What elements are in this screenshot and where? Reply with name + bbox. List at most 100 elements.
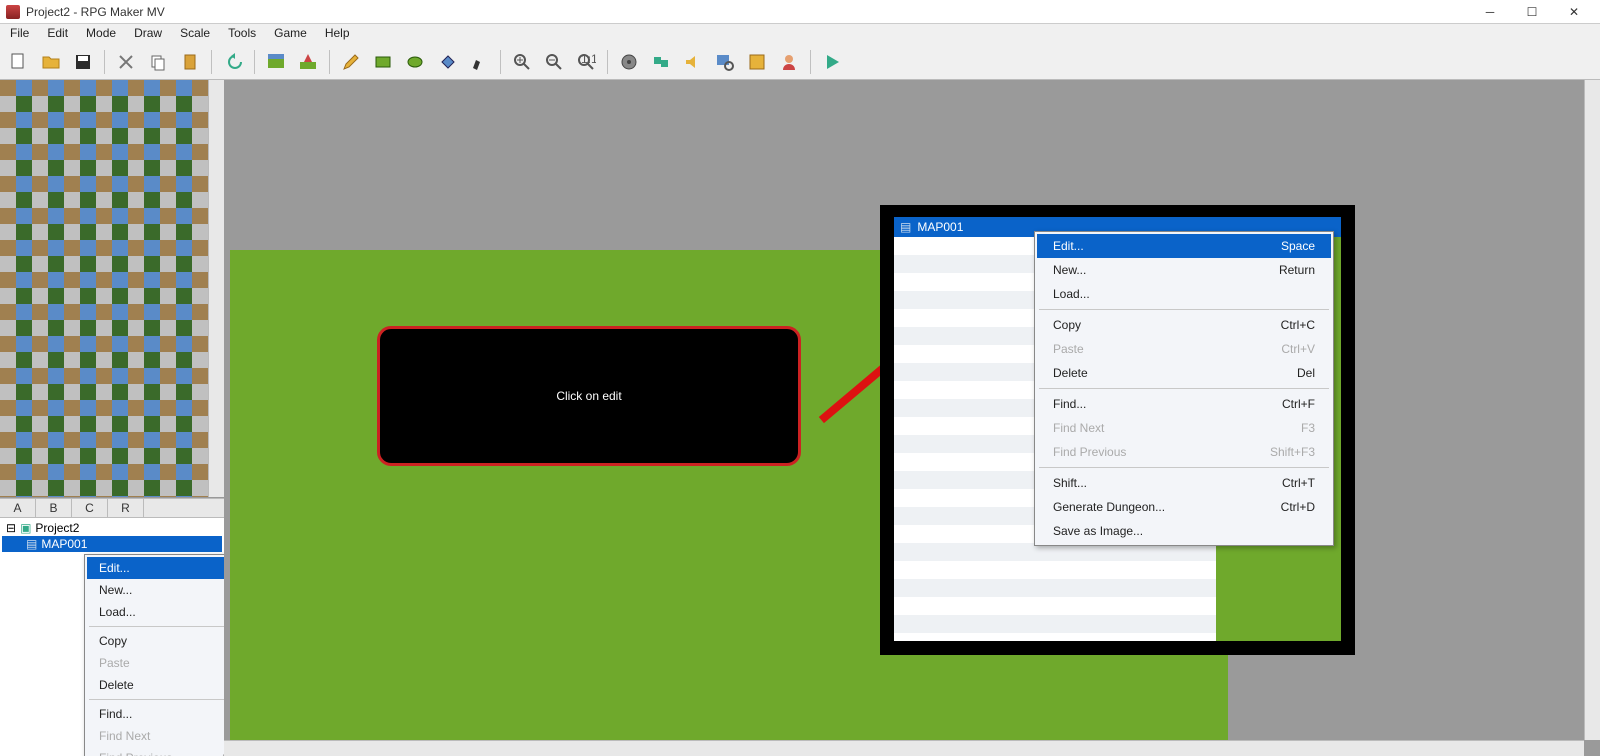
left-panel: A B C R ⊟ ▣ Project2 ▤ MAP001 Edit...Spa… [0,80,224,756]
tab-r[interactable]: R [108,499,144,517]
copy-icon[interactable] [145,49,171,75]
map-scrollbar-h[interactable] [224,740,1584,756]
event-search-icon[interactable] [712,49,738,75]
cut-icon[interactable] [113,49,139,75]
menu-item-find-previous: Find Previous Shift+F3 [1037,440,1331,464]
tree-map-item[interactable]: ▤ MAP001 [2,536,222,552]
shadow-pen-icon[interactable] [466,49,492,75]
zoom-out-icon[interactable] [541,49,567,75]
menu-label: Delete [99,678,134,692]
menu-item-find-next: Find Next F3 [1037,416,1331,440]
menu-shortcut: Ctrl+D [1281,500,1315,514]
menu-item-delete[interactable]: Delete Del [1037,361,1331,385]
menu-item-load[interactable]: Load... [1037,282,1331,306]
paste-icon[interactable] [177,49,203,75]
zoom-header-label: MAP001 [917,220,963,234]
menu-shortcut: Del [1297,366,1315,380]
menu-item-edit[interactable]: Edit... Space [1037,234,1331,258]
map-context-menu-zoomed: Edit... Space New...Return Load... Copy Ctrl+… [1034,231,1334,546]
plugin-manager-icon[interactable] [648,49,674,75]
callout-text: Click on edit [556,389,621,403]
menu-label: Delete [1053,366,1088,380]
menu-label: Find Next [99,729,150,743]
menu-item-shift[interactable]: Shift... Ctrl+T [1037,471,1331,495]
menu-label: Find Next [1053,421,1104,435]
annotation-zoom-inset: ▤ MAP001 Edit...SpaceNew...ReturnLoad...… [880,205,1355,655]
menu-label: Load... [99,605,136,619]
character-generator-icon[interactable] [776,49,802,75]
zoom-in-icon[interactable] [509,49,535,75]
map-icon: ▤ [26,537,37,551]
cube-icon: ▣ [20,521,31,535]
tileset-grid [0,80,224,498]
resource-manager-icon[interactable] [744,49,770,75]
maximize-button[interactable]: ☐ [1512,1,1552,23]
menu-label: Find... [1053,397,1086,411]
tree-map-label: MAP001 [41,537,87,551]
menu-shortcut: F3 [1301,421,1315,435]
menu-shortcut: Shift+F3 [1270,445,1315,459]
map-tree[interactable]: ⊟ ▣ Project2 ▤ MAP001 Edit...SpaceNew...… [0,518,224,756]
save-icon[interactable] [70,49,96,75]
zoom-actual-icon[interactable]: 1:1 [573,49,599,75]
new-project-icon[interactable] [6,49,32,75]
tileset-tabs: A B C R [0,498,224,518]
menu-label: Find Previous [99,751,172,756]
map-mode-icon[interactable] [263,49,289,75]
pencil-icon[interactable] [338,49,364,75]
undo-icon[interactable] [220,49,246,75]
menu-item-new[interactable]: New...Return [1037,258,1331,282]
tab-a[interactable]: A [0,499,36,517]
tab-b[interactable]: B [36,499,72,517]
map-scrollbar-v[interactable] [1584,80,1600,740]
menu-item-copy[interactable]: Copy Ctrl+C [1037,313,1331,337]
rectangle-icon[interactable] [370,49,396,75]
menu-shortcut: Space [1281,239,1315,253]
sound-test-icon[interactable] [680,49,706,75]
menu-mode[interactable]: Mode [84,26,118,42]
tab-c[interactable]: C [72,499,108,517]
menu-edit[interactable]: Edit [45,26,70,42]
tileset-scrollbar[interactable] [208,80,224,497]
menu-help[interactable]: Help [323,26,352,42]
menu-shortcut: Ctrl+C [1281,318,1315,332]
menu-item-generate-dungeon[interactable]: Generate Dungeon... Ctrl+D [1037,495,1331,519]
menu-label: Generate Dungeon... [1053,500,1165,514]
fill-icon[interactable] [434,49,460,75]
menu-label: Find... [99,707,132,721]
tileset-panel[interactable] [0,80,224,498]
menu-item-find[interactable]: Find... Ctrl+F [1037,392,1331,416]
menu-label: Paste [99,656,130,670]
menu-item-save-as-image[interactable]: Save as Image... [1037,519,1331,543]
menu-label: Copy [99,634,127,648]
menu-shortcut: Ctrl+F [1282,397,1315,411]
playtest-icon[interactable] [819,49,845,75]
menu-label: New... [99,583,132,597]
window-controls: ─ ☐ ✕ [1470,1,1594,23]
menu-label: Find Previous [1053,445,1126,459]
menu-label: Edit... [1053,239,1084,253]
menu-label: Edit... [99,561,130,575]
close-button[interactable]: ✕ [1554,1,1594,23]
database-icon[interactable] [616,49,642,75]
menu-label: Copy [1053,318,1081,332]
menu-game[interactable]: Game [272,26,309,42]
minus-icon: ⊟ [6,521,16,535]
menu-label: Load... [1053,287,1090,301]
open-project-icon[interactable] [38,49,64,75]
menu-label: New... [1053,263,1086,277]
minimize-button[interactable]: ─ [1470,1,1510,23]
menu-tools[interactable]: Tools [226,26,258,42]
menu-shortcut: Ctrl+T [1282,476,1315,490]
annotation-callout: Click on edit [377,326,801,466]
menu-label: Shift... [1053,476,1087,490]
tree-root[interactable]: ⊟ ▣ Project2 [2,520,222,536]
event-mode-icon[interactable] [295,49,321,75]
menubar: File Edit Mode Draw Scale Tools Game Hel… [0,24,1600,44]
menu-shortcut: Ctrl+V [1281,342,1315,356]
menu-draw[interactable]: Draw [132,26,164,42]
ellipse-icon[interactable] [402,49,428,75]
menu-scale[interactable]: Scale [178,26,212,42]
titlebar: Project2 - RPG Maker MV ─ ☐ ✕ [0,0,1600,24]
menu-file[interactable]: File [8,26,31,42]
